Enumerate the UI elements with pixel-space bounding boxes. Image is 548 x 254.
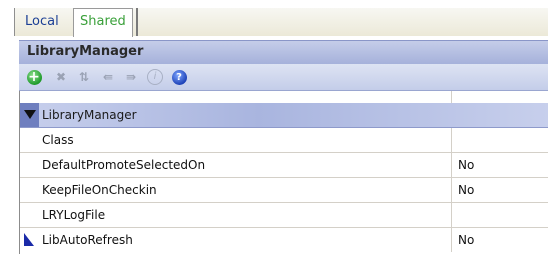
table-row[interactable]: LRYLogFile xyxy=(20,203,548,228)
column-divider xyxy=(451,228,452,252)
tab-local[interactable]: Local xyxy=(19,10,65,34)
column-divider xyxy=(451,178,452,202)
tab-shared[interactable]: Shared xyxy=(73,8,133,37)
tab-strip: Local Shared xyxy=(0,0,548,37)
table-row[interactable]: Class xyxy=(20,128,548,153)
table-row[interactable]: LibAutoRefresh No xyxy=(20,228,548,252)
column-divider xyxy=(451,203,452,227)
property-name: KeepFileOnCheckin xyxy=(42,183,157,197)
info-icon: i xyxy=(147,69,163,85)
property-value[interactable]: No xyxy=(458,178,474,202)
add-icon: + xyxy=(26,68,42,85)
delete-icon: ✖ xyxy=(55,70,67,84)
category-label: LibraryManager xyxy=(42,108,137,122)
property-name: LRYLogFile xyxy=(42,208,106,222)
sort-icon: ⇅ xyxy=(78,70,90,84)
chevron-down-icon[interactable] xyxy=(24,110,36,119)
row-gutter xyxy=(20,178,39,202)
sort-button[interactable]: ⇅ xyxy=(75,68,93,86)
property-name: Class xyxy=(42,133,74,147)
property-name: LibAutoRefresh xyxy=(42,233,133,247)
help-button[interactable]: ? xyxy=(170,68,188,86)
table-row[interactable]: KeepFileOnCheckin No xyxy=(20,178,548,203)
collapse-icon: ⇚ xyxy=(102,70,114,84)
property-grid: LibraryManager Class DefaultPromoteSelec… xyxy=(19,91,548,254)
tab-bar: Local Shared xyxy=(14,8,548,37)
expand-icon: ⇛ xyxy=(125,70,137,84)
row-gutter xyxy=(20,203,39,227)
column-divider xyxy=(451,128,452,152)
property-name: DefaultPromoteSelectedOn xyxy=(42,158,206,172)
row-gutter xyxy=(20,153,39,177)
column-divider xyxy=(451,153,452,177)
tab-divider xyxy=(136,8,138,36)
category-row[interactable]: LibraryManager xyxy=(20,103,548,128)
expand-button[interactable]: ⇛ xyxy=(122,68,140,86)
property-value[interactable]: No xyxy=(458,153,474,177)
column-divider xyxy=(451,91,452,103)
row-gutter xyxy=(20,128,39,152)
table-row[interactable]: DefaultPromoteSelectedOn No xyxy=(20,153,548,178)
panel-title: LibraryManager xyxy=(27,44,144,59)
delete-button[interactable]: ✖ xyxy=(52,68,70,86)
help-icon: ? xyxy=(171,69,187,85)
panel-header: LibraryManager xyxy=(19,40,548,65)
selected-row-icon xyxy=(24,233,34,246)
toolbar: + ✖ ⇅ ⇚ ⇛ i ? xyxy=(19,64,548,91)
property-value[interactable]: No xyxy=(458,228,474,252)
info-button[interactable]: i xyxy=(146,68,164,86)
collapse-button[interactable]: ⇚ xyxy=(99,68,117,86)
add-button[interactable]: + xyxy=(25,68,43,86)
